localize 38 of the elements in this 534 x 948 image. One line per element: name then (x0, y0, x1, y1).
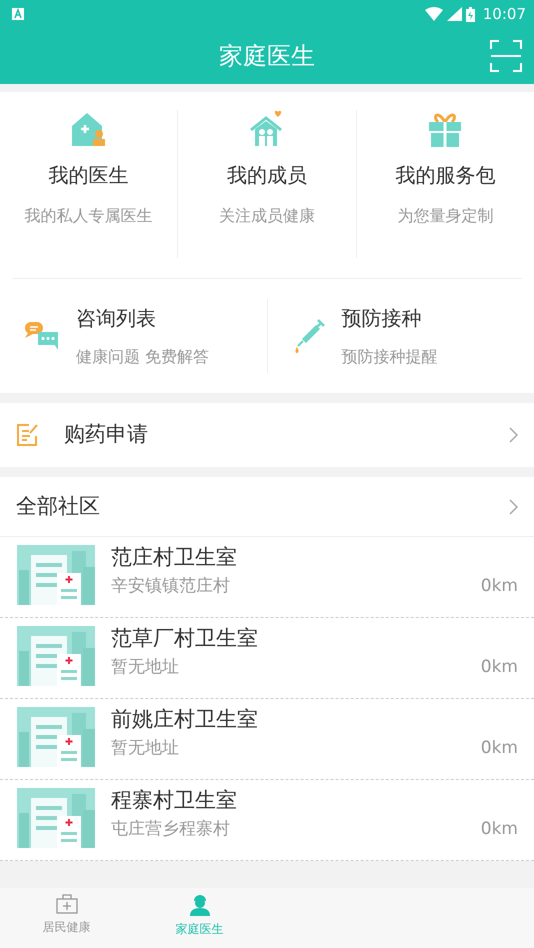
clinic-distance: 0km (480, 737, 518, 760)
house-family-icon (248, 110, 285, 148)
wifi-icon (424, 7, 443, 21)
clinic-name[interactable]: 程寨村卫生室 (111, 788, 518, 814)
clinic-distance: 0km (480, 656, 518, 680)
service-title[interactable]: 我的医生 (48, 160, 129, 190)
chat-bubbles-icon (24, 320, 60, 352)
clinic-name[interactable]: 前姚庄村卫生室 (111, 707, 518, 732)
scan-icon[interactable] (490, 40, 522, 72)
battery-icon (466, 6, 475, 22)
shortcut-subtitle: 健康问题 免费解答 (76, 346, 210, 368)
chevron-right-icon (509, 427, 518, 443)
app-notification-icon (12, 8, 24, 20)
clinic-name[interactable]: 范庄村卫生室 (111, 545, 518, 570)
clinic-distance: 0km (480, 575, 518, 598)
shortcut-title[interactable]: 预防接种 (342, 303, 438, 333)
medical-kit-icon (56, 894, 78, 914)
service-title[interactable]: 我的服务包 (395, 160, 496, 190)
clinic-address: 辛安镇镇范庄村 (111, 575, 230, 598)
service-title[interactable]: 我的成员 (226, 160, 307, 190)
doctor-avatar-icon (188, 894, 210, 916)
shortcut-subtitle: 预防接种提醒 (342, 346, 438, 368)
edit-form-icon (16, 423, 40, 447)
chevron-right-icon (509, 498, 518, 514)
clock-time: 10:07 (482, 4, 526, 25)
service-subtitle: 为您量身定制 (397, 205, 494, 227)
clinic-address: 暂无地址 (111, 656, 179, 680)
shortcut-title[interactable]: 咨询列表 (76, 303, 210, 333)
community-header[interactable]: 全部社区 (16, 490, 100, 522)
clinic-distance: 0km (480, 818, 518, 842)
app-bar-title: 家庭医生 (219, 41, 315, 72)
signal-icon (446, 7, 462, 21)
service-subtitle: 我的私人专属医生 (24, 205, 153, 227)
clinic-address: 暂无地址 (111, 737, 179, 760)
medicine-request-label[interactable]: 购药申请 (64, 419, 148, 451)
clinic-name[interactable]: 范草厂村卫生室 (111, 626, 518, 652)
service-subtitle: 关注成员健康 (218, 205, 315, 227)
clinic-address: 屯庄营乡程寨村 (111, 818, 230, 842)
